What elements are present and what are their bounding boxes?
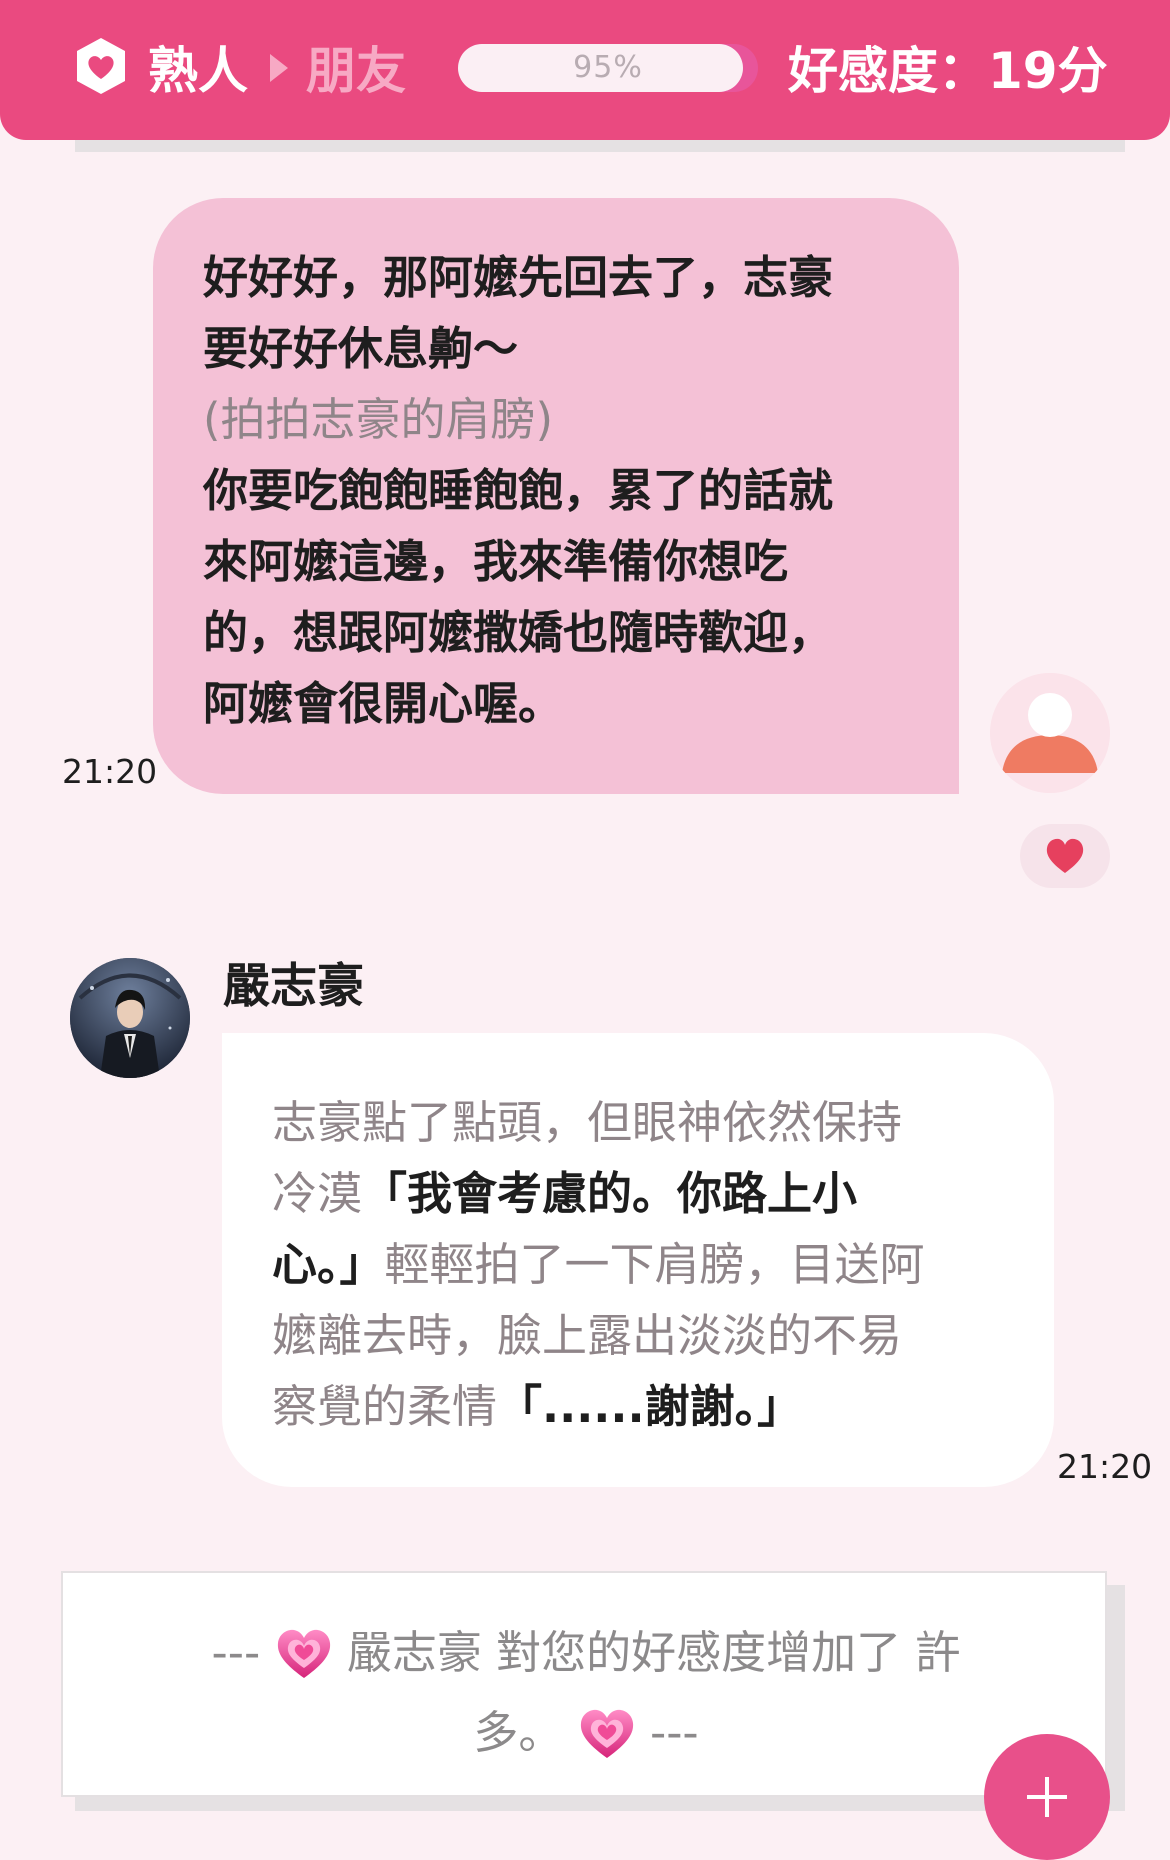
user-message-line: 你要吃飽飽睡飽飽，累了的話就 [203, 464, 834, 517]
character-message-text: 志豪點了點頭，但眼神依然保持 冷漠「我會考慮的。你路上小 心。」輕輕拍了一下肩膀，目… [272, 1087, 925, 1442]
user-message-line: 阿嬤會很開心喔。 [203, 677, 564, 730]
character-message-time: 21:20 [1057, 1447, 1153, 1486]
character-avatar[interactable] [70, 958, 190, 1078]
narration-segment: 輕輕拍了一下肩膀，目送阿 [384, 1238, 925, 1291]
user-message-bubble: 好好好，那阿嬤先回去了，志豪 要好好休息齁～ (拍拍志豪的肩膀) 你要吃飽飽睡飽飽，累… [153, 198, 959, 794]
character-message-line: 志豪點了點頭，但眼神依然保持 [272, 1087, 925, 1158]
narration-segment: 嬤離去時，臉上露出淡淡的不易 [272, 1309, 903, 1362]
character-message-line: 察覺的柔情「......謝謝。」 [272, 1371, 925, 1442]
pink-heart-icon [580, 1709, 633, 1758]
affection-progress-bar: 95% [458, 44, 758, 92]
narration-segment: 察覺的柔情 [272, 1380, 498, 1433]
notice-dashes-left: --- [211, 1626, 261, 1679]
plus-icon [1027, 1777, 1067, 1817]
stage-arrow-icon [270, 54, 288, 82]
user-avatar-icon[interactable] [990, 673, 1110, 793]
user-message-line: 來阿嬤這邊，我來準備你想吃 [203, 535, 789, 588]
user-message-time: 21:20 [62, 752, 158, 791]
user-message-line: (拍拍志豪的肩膀) [203, 393, 554, 446]
user-message-line: 的，想跟阿嬤撒嬌也隨時歡迎， [203, 606, 834, 659]
notice-line1: 嚴志豪 對您的好感度增加了 許 [346, 1626, 961, 1679]
reaction-heart-button[interactable] [1020, 824, 1110, 888]
character-message-line: 冷漠「我會考慮的。你路上小 [272, 1158, 925, 1229]
heart-hexagon-icon [77, 38, 125, 94]
character-message-line: 心。」輕輕拍了一下肩膀，目送阿 [272, 1229, 925, 1300]
add-button[interactable] [984, 1734, 1110, 1860]
character-name: 嚴志豪 [223, 959, 364, 1014]
relationship-header: 熟人 朋友 95% 好感度：19分 [0, 0, 1170, 140]
pink-heart-icon [277, 1629, 330, 1678]
affection-notice: --- 嚴志豪 對您的好感度增加了 許 多。 --- [61, 1571, 1107, 1797]
user-message-text: 好好好，那阿嬤先回去了，志豪 要好好休息齁～ (拍拍志豪的肩膀) 你要吃飽飽睡飽飽，累… [203, 242, 833, 739]
narration-segment: 志豪點了點頭，但眼神依然保持 [272, 1096, 903, 1149]
stage-next: 朋友 [306, 42, 406, 100]
character-message-line: 嬤離去時，臉上露出淡淡的不易 [272, 1300, 925, 1371]
notice-line2: 多。 [473, 1706, 564, 1759]
notice-dashes-right: --- [649, 1706, 699, 1759]
dialogue-segment: 心。」 [272, 1238, 385, 1291]
dialogue-segment: 「......謝謝。」 [497, 1380, 803, 1433]
stage-current: 熟人 [148, 42, 248, 100]
affection-notice-text: --- 嚴志豪 對您的好感度增加了 許 多。 --- [63, 1613, 1109, 1773]
progress-label: 95% [573, 50, 643, 85]
user-message-line: 要好好休息齁～ [203, 322, 519, 375]
heart-icon [1046, 838, 1084, 873]
narration-segment: 冷漠 [272, 1167, 363, 1220]
character-message-bubble: 志豪點了點頭，但眼神依然保持 冷漠「我會考慮的。你路上小 心。」輕輕拍了一下肩膀，目… [222, 1033, 1054, 1487]
user-message-line: 好好好，那阿嬤先回去了，志豪 [203, 251, 834, 304]
dialogue-segment: 「我會考慮的。你路上小 [362, 1167, 858, 1220]
affection-score: 好感度：19分 [788, 42, 1108, 100]
